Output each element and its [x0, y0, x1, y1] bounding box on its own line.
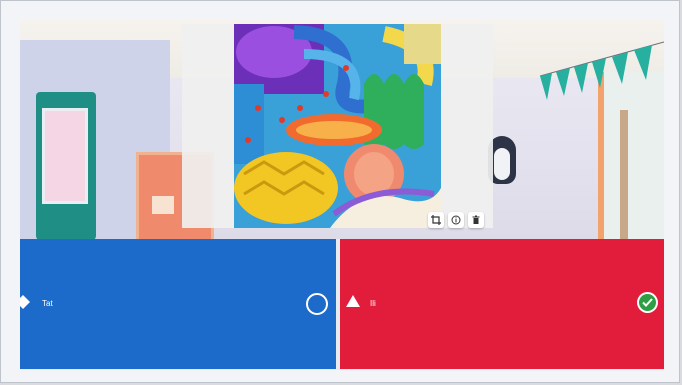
- answer-2-text: Ili: [370, 299, 376, 308]
- info-icon[interactable]: [448, 212, 464, 228]
- diamond-icon: [20, 295, 30, 309]
- delete-icon[interactable]: [468, 212, 484, 228]
- app-frame: Tat Ili: [0, 0, 680, 383]
- answer-option-1[interactable]: Tat: [20, 239, 336, 369]
- correct-answer-check[interactable]: [637, 292, 658, 313]
- penguin-belly: [494, 148, 510, 180]
- checkmark-icon: [639, 294, 656, 311]
- bulletin-note: [152, 196, 174, 214]
- crop-icon[interactable]: [428, 212, 444, 228]
- tree-trunk: [620, 110, 628, 240]
- animal-cell-image: [234, 24, 441, 228]
- door-window: [42, 108, 88, 204]
- question-stage: Tat Ili: [20, 20, 664, 370]
- answer-1-text: Tat: [42, 299, 53, 308]
- answer-option-2[interactable]: Ili: [340, 239, 664, 369]
- triangle-icon: [346, 295, 360, 307]
- mark-correct-toggle[interactable]: [306, 293, 328, 315]
- image-toolbar: [428, 212, 484, 228]
- question-image-card: [182, 24, 493, 228]
- bunting-decoration: [540, 41, 664, 100]
